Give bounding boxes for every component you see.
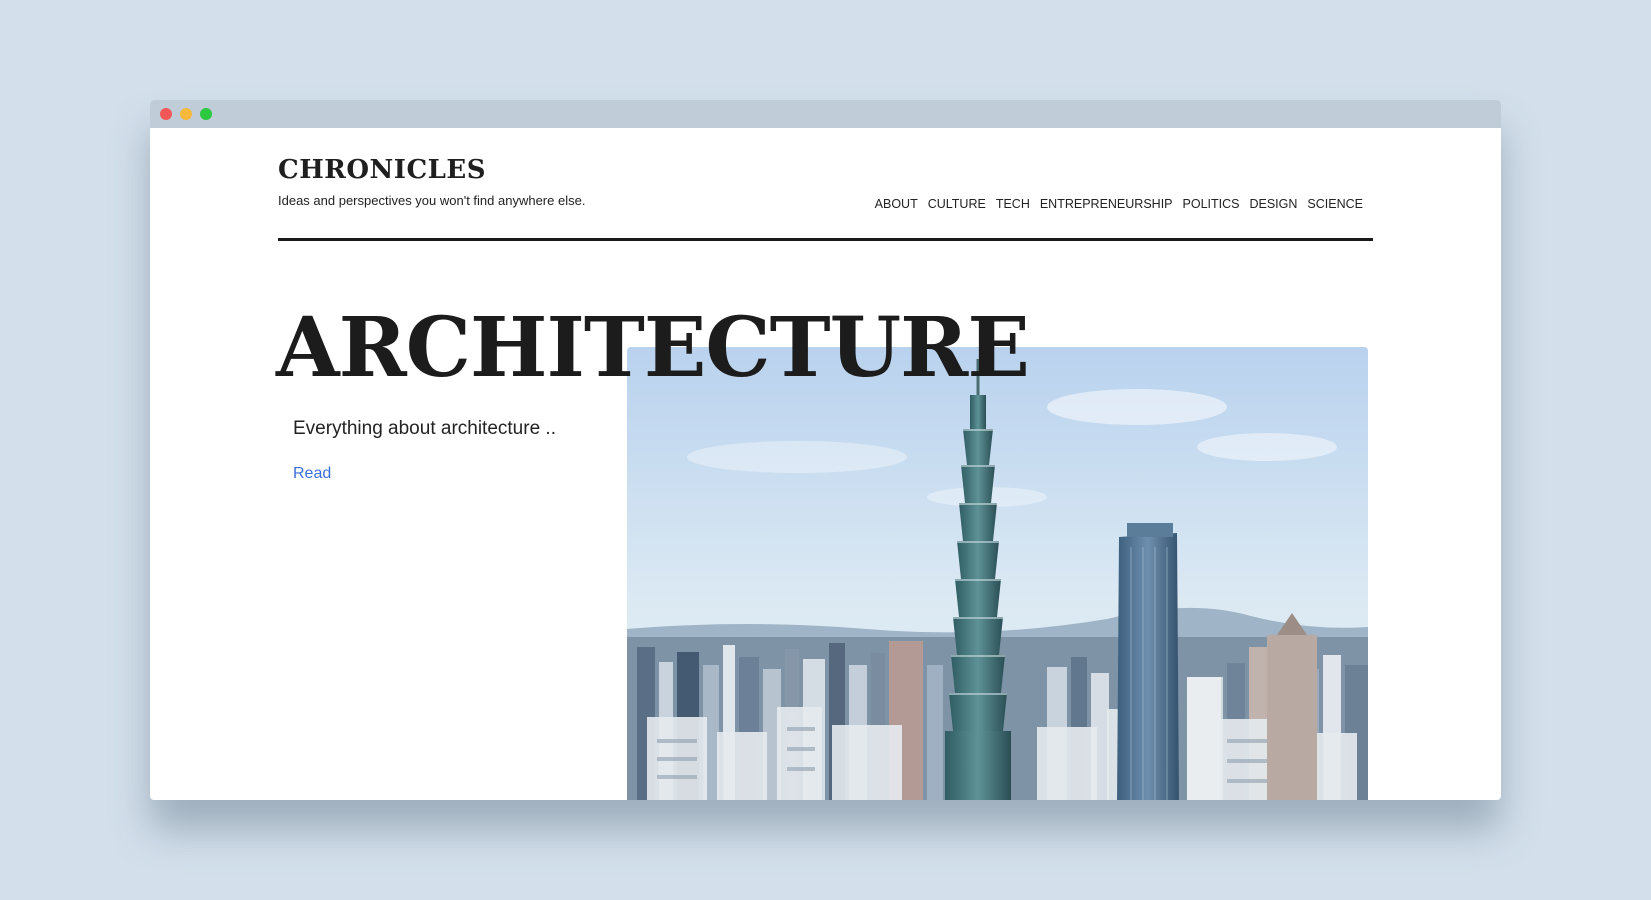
main-nav: ABOUT CULTURE TECH ENTREPRENEURSHIP POLI… bbox=[875, 197, 1363, 211]
minimize-window-dot[interactable] bbox=[180, 108, 192, 120]
nav-item-about[interactable]: ABOUT bbox=[875, 197, 918, 211]
nav-item-tech[interactable]: TECH bbox=[996, 197, 1030, 211]
hero-title: ARCHITECTURE bbox=[276, 300, 1030, 396]
nav-item-design[interactable]: DESIGN bbox=[1249, 197, 1297, 211]
nav-item-science[interactable]: SCIENCE bbox=[1307, 197, 1363, 211]
header-divider bbox=[278, 238, 1373, 241]
close-window-dot[interactable] bbox=[160, 108, 172, 120]
window-titlebar bbox=[150, 100, 1501, 128]
nav-item-politics[interactable]: POLITICS bbox=[1183, 197, 1240, 211]
hero-cityscape-image bbox=[627, 347, 1368, 800]
nav-item-culture[interactable]: CULTURE bbox=[928, 197, 986, 211]
read-link[interactable]: Read bbox=[293, 465, 331, 483]
site-brand[interactable]: CHRONICLES bbox=[278, 155, 1373, 185]
site-header: CHRONICLES Ideas and perspectives you wo… bbox=[278, 155, 1373, 211]
hero-description: Everything about architecture .. bbox=[293, 418, 556, 439]
maximize-window-dot[interactable] bbox=[200, 108, 212, 120]
nav-item-entrepreneurship[interactable]: ENTREPRENEURSHIP bbox=[1040, 197, 1173, 211]
browser-window: CHRONICLES Ideas and perspectives you wo… bbox=[150, 100, 1501, 800]
